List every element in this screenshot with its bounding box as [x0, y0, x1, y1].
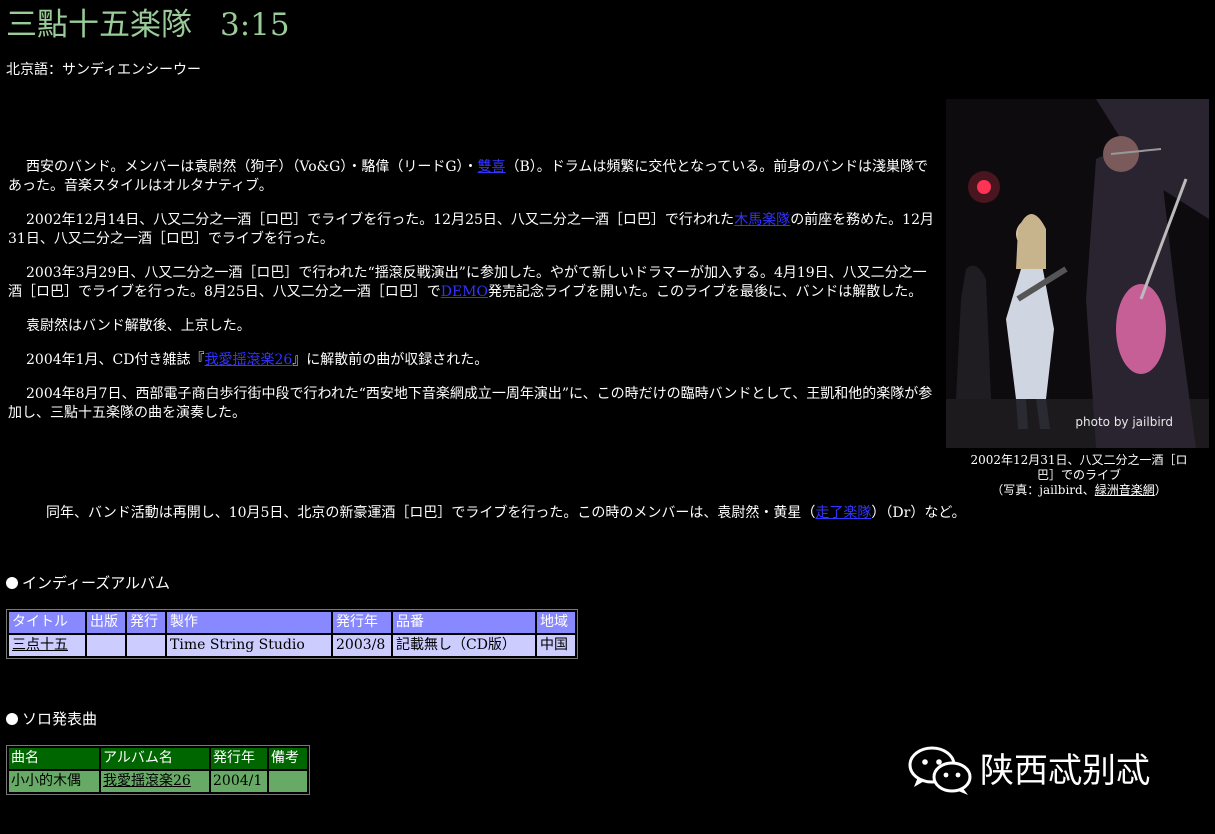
page-title: 三點十五楽隊 3:15 [6, 4, 290, 46]
band-name: 三點十五楽隊 [6, 7, 192, 43]
link-shuangxi[interactable]: 雙喜 [478, 159, 506, 175]
indies-heading-text: インディーズアルバム [22, 574, 171, 592]
table-header-row: 曲名 アルバム名 発行年 備考 [9, 748, 307, 769]
bio-paragraph-4: 袁尉然はバンド解散後、上京した。 [26, 318, 251, 334]
caption-text: （写真：jailbird、 [991, 483, 1095, 497]
bio-text: 発売記念ライブを開いた。このライブを最後に、バンドは解散した。 [488, 284, 923, 300]
col-year: 発行年 [333, 612, 391, 633]
cell-producer: Time String Studio [167, 635, 331, 656]
col-note: 備考 [269, 748, 307, 769]
col-title: タイトル [9, 612, 85, 633]
table-row: 小小的木偶 我愛揺滾楽26 2004/1 [9, 771, 307, 792]
col-song: 曲名 [9, 748, 99, 769]
link-lvzhou[interactable]: 緑洲音楽網 [1095, 483, 1155, 497]
col-distributor: 発行 [127, 612, 165, 633]
table-row: 三点十五 Time String Studio 2003/8 記載無し（CD版）… [9, 635, 575, 656]
bio-text: 』に解散前の曲が収録された。 [292, 352, 489, 368]
album-link[interactable]: 三点十五 [12, 637, 68, 653]
cell-album: 我愛揺滾楽26 [101, 771, 209, 792]
bio-paragraph-7: 同年、バンド活動は再開し、10月5日、北京の新豪運酒［ロ巴］でライブを行った。こ… [8, 504, 1208, 523]
cell-region: 中国 [537, 635, 575, 656]
link-zoule-band[interactable]: 走了楽隊 [815, 505, 871, 521]
solo-heading-text: ソロ発表曲 [22, 710, 98, 728]
page: 三點十五楽隊 3:15 北京語：サンディエンシーウー 西安のバンド。メンバーは袁尉… [0, 0, 1215, 834]
cell-year: 2004/1 [211, 771, 267, 792]
col-region: 地域 [537, 612, 575, 633]
bio-text: 2002年12月14日、八又二分之一酒［ロ巴］でライブを行った。12月25日、八… [26, 212, 735, 228]
bio-paragraph-3: 2003年3月29日、八又二分之一酒［ロ巴］で行われた“揺滾反戦演出”に参加した… [8, 264, 938, 302]
biography: 西安のバンド。メンバーは袁尉然（狗子）（Vo&G）・駱偉（リードG）・雙喜（B）… [8, 158, 938, 438]
solo-heading: ソロ発表曲 [6, 710, 97, 729]
live-photo: photo by jailbird [946, 99, 1209, 448]
caption-line: 2002年12月31日、八又二分之一酒［ロ [970, 453, 1188, 467]
cell-distributor [127, 635, 165, 656]
caption-line: （写真：jailbird、緑洲音楽網） [946, 483, 1212, 498]
cell-publisher [87, 635, 125, 656]
cell-note [269, 771, 307, 792]
pinyin-reading: 北京語：サンディエンシーウー [6, 62, 202, 78]
watermark-text: 陕西忒别忒 [980, 750, 1150, 791]
bio-text: 西安のバンド。メンバーは袁尉然（狗子）（Vo&G）・駱偉（リードG）・ [26, 159, 478, 175]
band-name-number: 3:15 [220, 7, 290, 43]
bio-paragraph-5: 2004年1月、CD付き雑誌『我愛揺滾楽26』に解散前の曲が収録された。 [8, 351, 938, 370]
bio-paragraph-6: 2004年8月7日、西部電子商白歩行街中段で行われた“西安地下音楽網成立一周年演… [8, 386, 933, 421]
col-producer: 製作 [167, 612, 331, 633]
bio-text: ）（Dr）など。 [871, 505, 966, 521]
link-muma-band[interactable]: 木馬楽隊 [734, 212, 790, 228]
indies-table: タイトル 出版 発行 製作 発行年 品番 地域 三点十五 Time String… [6, 609, 578, 659]
photo-credit: photo by jailbird [1075, 415, 1173, 429]
col-catalog: 品番 [393, 612, 535, 633]
cell-song: 小小的木偶 [9, 771, 99, 792]
cell-title: 三点十五 [9, 635, 85, 656]
table-header-row: タイトル 出版 発行 製作 発行年 品番 地域 [9, 612, 575, 633]
bullet-icon [6, 713, 18, 725]
link-magazine[interactable]: 我愛揺滾楽26 [204, 352, 292, 368]
watermark: 陕西忒别忒 [908, 745, 1150, 797]
cell-year: 2003/8 [333, 635, 391, 656]
bio-text: 2004年1月、CD付き雑誌『 [26, 352, 205, 368]
col-album: アルバム名 [101, 748, 209, 769]
wechat-icon [908, 746, 972, 795]
col-publisher: 出版 [87, 612, 125, 633]
bio-text: 同年、バンド活動は再開し、10月5日、北京の新豪運酒［ロ巴］でライブを行った。こ… [46, 505, 816, 521]
link-demo[interactable]: DEMO [441, 284, 488, 300]
cell-catalog: 記載無し（CD版） [393, 635, 535, 656]
album-link[interactable]: 我愛揺滾楽26 [103, 773, 191, 789]
caption-text: ） [1154, 483, 1167, 497]
live-photo-image [946, 99, 1209, 448]
photo-caption: 2002年12月31日、八又二分之一酒［ロ 巴］でのライブ （写真：jailbi… [946, 453, 1212, 498]
caption-line: 巴］でのライブ [1036, 468, 1121, 482]
bio-paragraph-1: 西安のバンド。メンバーは袁尉然（狗子）（Vo&G）・駱偉（リードG）・雙喜（B）… [8, 158, 938, 196]
bullet-icon [6, 577, 18, 589]
bio-paragraph-2: 2002年12月14日、八又二分之一酒［ロ巴］でライブを行った。12月25日、八… [8, 211, 938, 249]
solo-table: 曲名 アルバム名 発行年 備考 小小的木偶 我愛揺滾楽26 2004/1 [6, 745, 310, 795]
indies-heading: インディーズアルバム [6, 574, 170, 593]
col-year: 発行年 [211, 748, 267, 769]
